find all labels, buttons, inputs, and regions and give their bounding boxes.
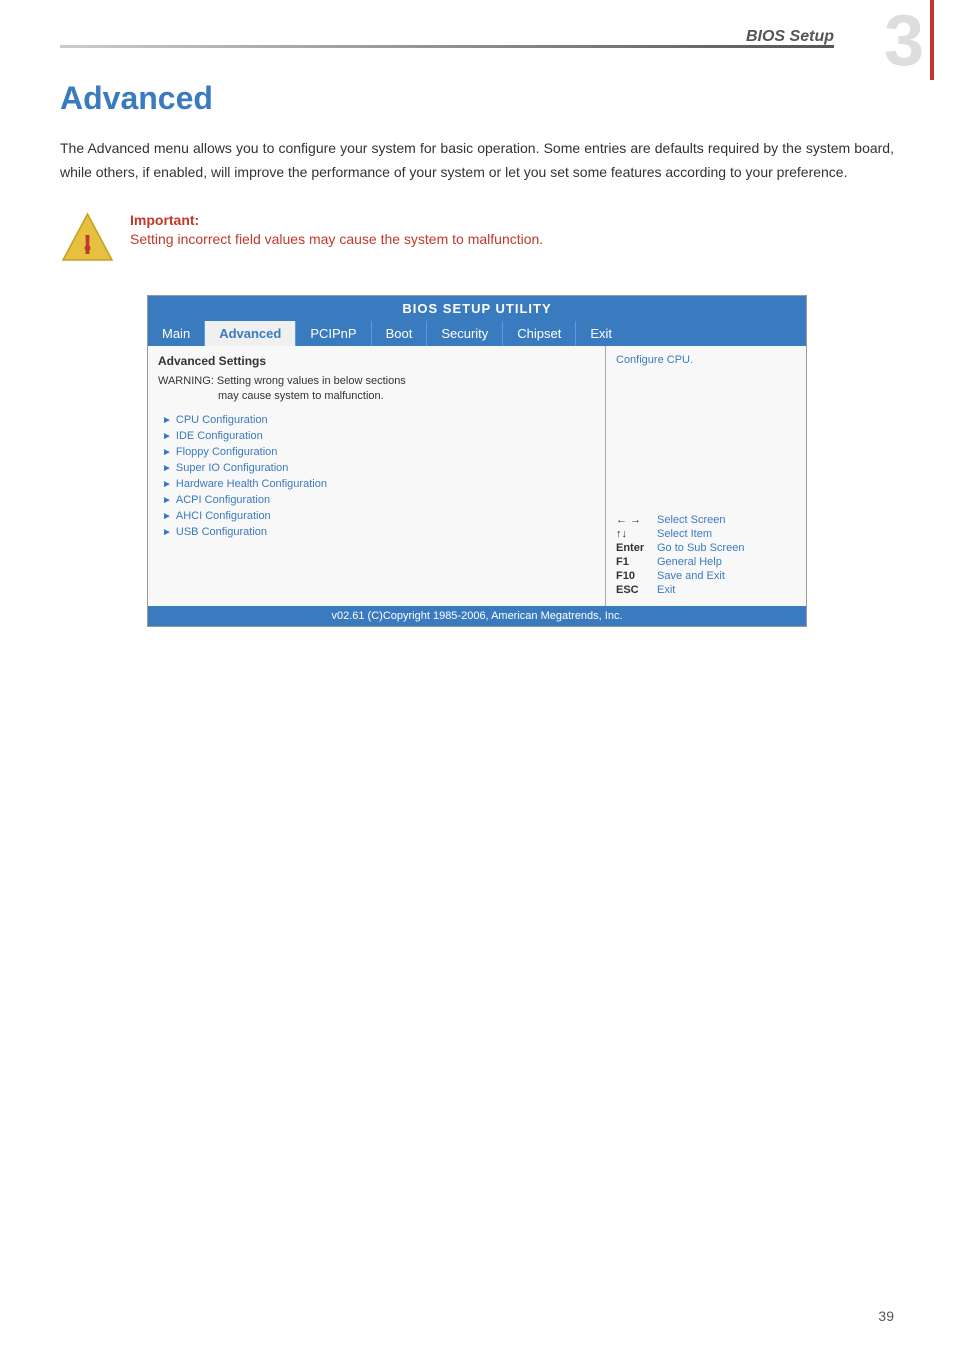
important-label: Important:: [130, 212, 543, 228]
bios-nav-item-main[interactable]: Main: [148, 321, 205, 346]
bios-menu-item[interactable]: ►ACPI Configuration: [158, 492, 595, 508]
svg-text:!: !: [83, 229, 92, 260]
menu-arrow-icon: ►: [162, 527, 172, 538]
menu-arrow-icon: ►: [162, 463, 172, 474]
page-title: Advanced: [60, 80, 894, 117]
menu-arrow-icon: ►: [162, 431, 172, 442]
bios-nav-item-exit[interactable]: Exit: [576, 321, 626, 346]
chapter-accent: [930, 0, 934, 80]
main-content: Advanced The Advanced menu allows you to…: [0, 0, 954, 687]
bios-left-panel: Advanced Settings WARNING: Setting wrong…: [148, 346, 606, 606]
bios-section-title: Advanced Settings: [158, 354, 595, 368]
page-number: 39: [878, 1308, 894, 1324]
bios-right-panel: Configure CPU. ← → Select Screen ↑↓ Select …: [606, 346, 806, 606]
bios-key-row: F10 Save and Exit: [616, 570, 796, 582]
bios-nav-item-chipset[interactable]: Chipset: [503, 321, 576, 346]
important-box: ! Important: Setting incorrect field val…: [60, 210, 894, 265]
bios-key-desc: General Help: [657, 556, 722, 568]
menu-arrow-icon: ►: [162, 511, 172, 522]
bios-key: Enter: [616, 542, 651, 554]
bios-warning: WARNING: Setting wrong values in below s…: [158, 374, 595, 405]
bios-title-bar: BIOS SETUP UTILITY: [148, 296, 806, 321]
menu-arrow-icon: ►: [162, 415, 172, 426]
bios-key-desc: Select Item: [657, 528, 712, 540]
bios-key-desc: Go to Sub Screen: [657, 542, 744, 554]
bios-key-row: ← → Select Screen: [616, 514, 796, 526]
bios-key-desc: Select Screen: [657, 514, 725, 526]
bios-menu-list: ►CPU Configuration►IDE Configuration►Flo…: [158, 412, 595, 540]
bios-key-desc: Save and Exit: [657, 570, 725, 582]
bios-menu-item[interactable]: ►AHCI Configuration: [158, 508, 595, 524]
bios-body: Advanced Settings WARNING: Setting wrong…: [148, 346, 806, 606]
menu-arrow-icon: ►: [162, 447, 172, 458]
header-line: [60, 45, 834, 48]
bios-menu-item[interactable]: ►CPU Configuration: [158, 412, 595, 428]
bios-menu-item[interactable]: ►Super IO Configuration: [158, 460, 595, 476]
bios-menu-item[interactable]: ►Floppy Configuration: [158, 444, 595, 460]
description: The Advanced menu allows you to configur…: [60, 137, 894, 185]
bios-footer: v02.61 (C)Copyright 1985-2006, American …: [148, 606, 806, 626]
bios-nav-item-boot[interactable]: Boot: [372, 321, 428, 346]
important-desc: Setting incorrect field values may cause…: [130, 231, 543, 247]
bios-key-row: F1 General Help: [616, 556, 796, 568]
bios-key: F1: [616, 556, 651, 568]
bios-help-text: Configure CPU.: [616, 354, 796, 366]
bios-key: ↑↓: [616, 528, 651, 540]
header: BIOS Setup 3: [0, 0, 954, 60]
bios-key: ← →: [616, 514, 651, 526]
bios-key: F10: [616, 570, 651, 582]
bios-menu-item[interactable]: ►IDE Configuration: [158, 428, 595, 444]
important-text: Important: Setting incorrect field value…: [130, 210, 543, 247]
menu-arrow-icon: ►: [162, 495, 172, 506]
bios-menu-item[interactable]: ►USB Configuration: [158, 524, 595, 540]
bios-key-desc: Exit: [657, 584, 675, 596]
bios-nav-item-advanced[interactable]: Advanced: [205, 321, 296, 346]
bios-keys: ← → Select Screen ↑↓ Select Item Enter Go to …: [616, 514, 796, 598]
bios-setup-box: BIOS SETUP UTILITY MainAdvancedPCIPnPBoo…: [147, 295, 807, 627]
bios-key: ESC: [616, 584, 651, 596]
menu-arrow-icon: ►: [162, 479, 172, 490]
bios-nav: MainAdvancedPCIPnPBootSecurityChipsetExi…: [148, 321, 806, 346]
chapter-number: 3: [884, 5, 924, 77]
bios-menu-item[interactable]: ►Hardware Health Configuration: [158, 476, 595, 492]
bios-key-row: Enter Go to Sub Screen: [616, 542, 796, 554]
warning-icon: !: [60, 210, 115, 265]
bios-setup-label: BIOS Setup: [746, 28, 834, 46]
bios-nav-item-security[interactable]: Security: [427, 321, 503, 346]
bios-key-row: ↑↓ Select Item: [616, 528, 796, 540]
bios-nav-item-pcipnp[interactable]: PCIPnP: [296, 321, 371, 346]
bios-key-row: ESC Exit: [616, 584, 796, 596]
